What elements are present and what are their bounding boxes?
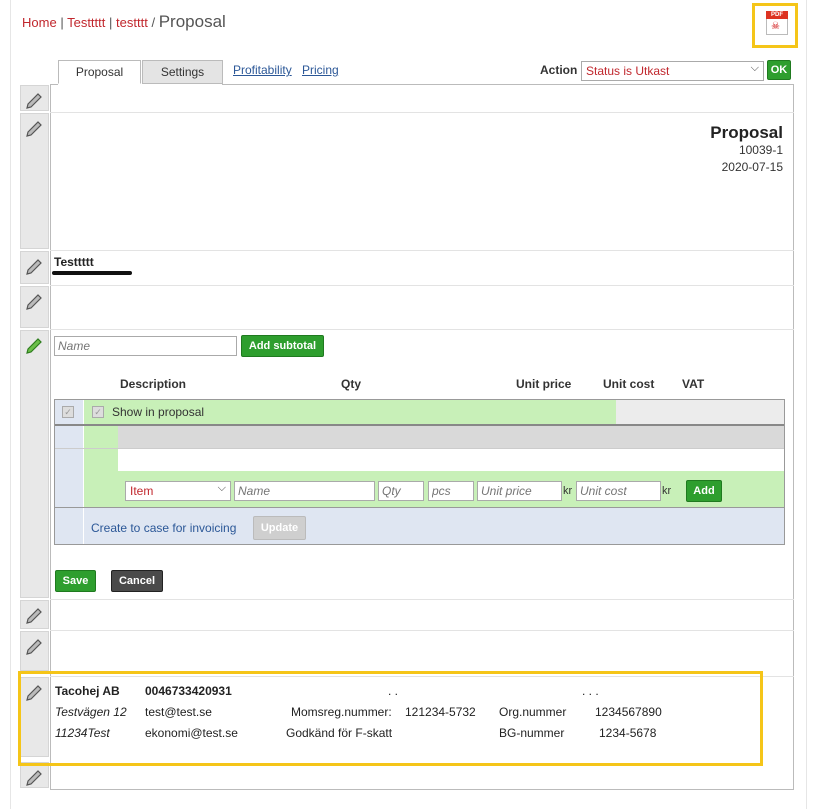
doc-title: Proposal: [710, 123, 783, 142]
section-divider: [50, 599, 794, 600]
breadcrumb-case[interactable]: testttt: [116, 15, 148, 30]
edit-section-3[interactable]: [20, 251, 49, 284]
breadcrumb-separator: |: [109, 15, 113, 30]
table-left-column: [55, 400, 83, 544]
edit-section-4[interactable]: [20, 286, 49, 328]
footer-dots: . .: [388, 684, 399, 698]
section-divider: [50, 630, 794, 631]
column-header-qty: Qty: [341, 377, 362, 391]
edit-section-6[interactable]: [20, 600, 49, 629]
pencil-icon: [26, 93, 42, 109]
action-label: Action: [540, 63, 578, 77]
tab-pricing[interactable]: Pricing: [302, 63, 339, 77]
footer-zip-city: 11234Test: [55, 726, 110, 740]
section-divider: [50, 112, 794, 113]
column-header-description: Description: [120, 377, 187, 391]
item-qty-input[interactable]: [378, 481, 424, 501]
action-select[interactable]: Status is Utkast ⌵: [581, 61, 764, 81]
tab-proposal[interactable]: Proposal: [58, 60, 141, 84]
row-type-select[interactable]: Item ⌵: [125, 481, 231, 501]
footer-bg-label: BG-nummer: [499, 726, 565, 740]
column-header-unit-cost: Unit cost: [603, 377, 655, 391]
pdf-icon-label: PDF: [766, 11, 788, 19]
footer-company: Tacohej AB: [55, 684, 120, 698]
checkbox-show-in-proposal[interactable]: ✓: [92, 406, 104, 418]
edit-section-5[interactable]: [20, 330, 49, 598]
breadcrumb-customer[interactable]: Testtttt: [67, 15, 105, 30]
tab-bar-line: [50, 84, 58, 85]
item-unit-cost-input[interactable]: [576, 481, 661, 501]
currency-label: kr: [662, 485, 672, 497]
footer-vat-label: Momsreg.nummer:: [291, 705, 392, 719]
add-item-button[interactable]: Add: [686, 480, 722, 502]
show-in-proposal-row-end: [616, 400, 784, 424]
redacted-scribble: [52, 271, 132, 275]
tab-settings[interactable]: Settings: [142, 60, 223, 84]
section-divider: [50, 285, 794, 286]
item-unit-price-input[interactable]: [477, 481, 562, 501]
footer-phone: 0046733420931: [145, 684, 232, 698]
section-divider: [50, 329, 794, 330]
footer-dots: . . .: [582, 684, 599, 698]
pencil-icon: [26, 608, 42, 624]
tab-bar-line: [222, 84, 794, 85]
new-row-grey: [118, 426, 784, 448]
breadcrumb: Home | Testtttt | testttt / Proposal: [22, 12, 226, 32]
footer-vat-value: 121234-5732: [405, 705, 476, 719]
pdf-acrobat-icon: ☠: [771, 21, 780, 32]
chevron-down-icon: ⌵: [750, 62, 759, 74]
ok-button[interactable]: OK: [767, 60, 791, 80]
pencil-icon: [26, 294, 42, 310]
column-header-vat: VAT: [682, 377, 705, 391]
doc-number: 10039-1: [738, 143, 783, 157]
customer-name: Testtttt: [54, 255, 94, 269]
item-unit-input[interactable]: [428, 481, 474, 501]
pencil-icon: [26, 121, 42, 137]
footer-email-billing: ekonomi@test.se: [145, 726, 238, 740]
footer-org-value: 1234567890: [595, 705, 662, 719]
item-name-input[interactable]: [234, 481, 375, 501]
edit-section-7[interactable]: [20, 631, 49, 671]
pencil-icon: [26, 639, 42, 655]
footer-email: test@test.se: [145, 705, 212, 719]
breadcrumb-home[interactable]: Home: [22, 15, 57, 30]
pencil-icon: [26, 770, 42, 786]
chevron-down-icon: ⌵: [217, 482, 226, 494]
checkbox-row-select[interactable]: ✓: [62, 406, 74, 418]
footer-fskatt: Godkänd för F-skatt: [286, 726, 393, 740]
pdf-file-icon[interactable]: PDF ☠: [766, 11, 788, 35]
new-row-description[interactable]: [118, 449, 784, 471]
add-subtotal-button[interactable]: Add subtotal: [241, 335, 324, 357]
doc-date: 2020-07-15: [721, 160, 783, 174]
breadcrumb-slash: /: [151, 15, 156, 30]
pencil-icon-active: [26, 338, 42, 354]
edit-section-2[interactable]: [20, 113, 49, 249]
tab-profitability[interactable]: Profitability: [233, 63, 292, 77]
show-in-proposal-label: Show in proposal: [112, 405, 205, 419]
page-title: Proposal: [158, 12, 226, 31]
pencil-icon: [26, 259, 42, 275]
new-row-indent: [84, 426, 118, 507]
cancel-button[interactable]: Cancel: [111, 570, 163, 592]
breadcrumb-separator: |: [60, 15, 64, 30]
section-divider: [50, 250, 794, 251]
edit-section-1[interactable]: [20, 85, 49, 111]
create-case-label[interactable]: Create to case for invoicing: [91, 521, 236, 535]
currency-label: kr: [563, 485, 573, 497]
footer-street: Testvägen 12: [55, 705, 127, 719]
footer-org-label: Org.nummer: [499, 705, 567, 719]
subtotal-name-input[interactable]: [54, 336, 237, 356]
save-button[interactable]: Save: [55, 570, 96, 592]
column-header-unit-price: Unit price: [516, 377, 572, 391]
action-select-value: Status is Utkast: [586, 64, 670, 78]
footer-bg-value: 1234-5678: [599, 726, 657, 740]
update-button[interactable]: Update: [253, 516, 306, 540]
row-type-value: Item: [130, 484, 154, 498]
